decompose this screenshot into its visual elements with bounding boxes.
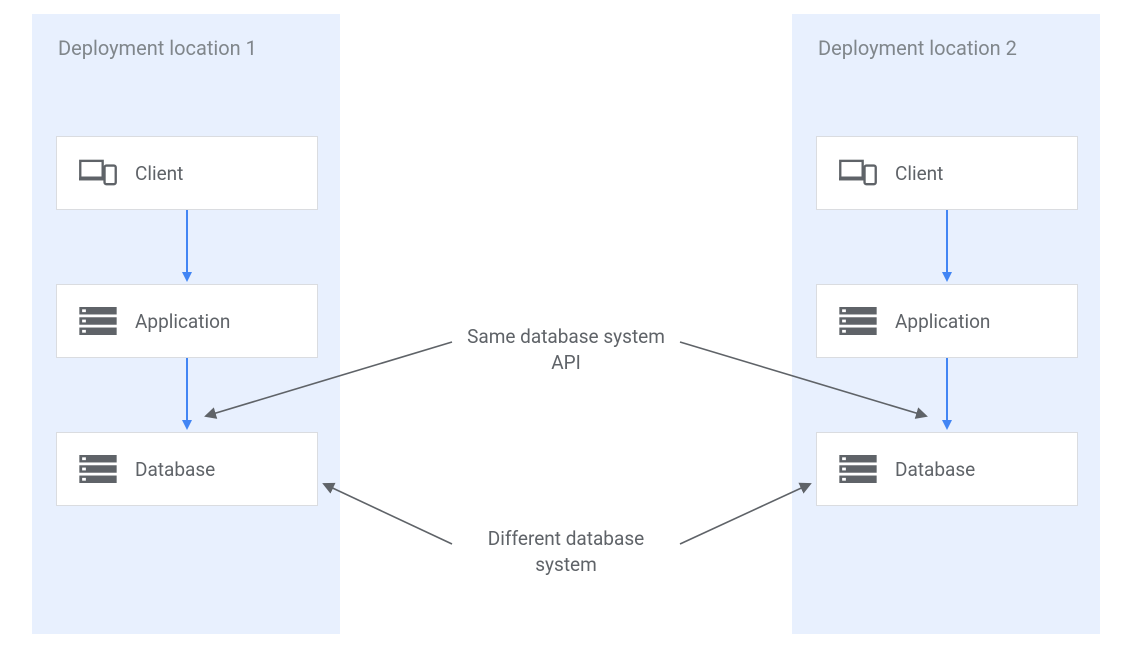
server-icon [79,306,117,336]
node-client-left: Client [56,136,318,210]
node-application-left-label: Application [135,310,230,333]
node-application-right-label: Application [895,310,990,333]
region-2-title: Deployment location 2 [818,36,1080,60]
node-application-left: Application [56,284,318,358]
node-database-right: Database [816,432,1078,506]
annotation-diff-db: Different database system [456,526,676,577]
region-1-title: Deployment location 1 [58,36,320,60]
node-database-left-label: Database [135,458,215,481]
devices-icon [839,158,877,188]
node-database-right-label: Database [895,458,975,481]
node-database-left: Database [56,432,318,506]
arrow-diff-db-to-right [680,484,810,544]
devices-icon [79,158,117,188]
node-application-right: Application [816,284,1078,358]
annotation-same-api: Same database system API [456,324,676,375]
node-client-left-label: Client [135,162,183,185]
server-icon [839,454,877,484]
diagram-canvas: Deployment location 1 Deployment locatio… [0,0,1132,662]
server-icon [79,454,117,484]
arrow-diff-db-to-left [324,484,452,544]
node-client-right-label: Client [895,162,943,185]
node-client-right: Client [816,136,1078,210]
server-icon [839,306,877,336]
